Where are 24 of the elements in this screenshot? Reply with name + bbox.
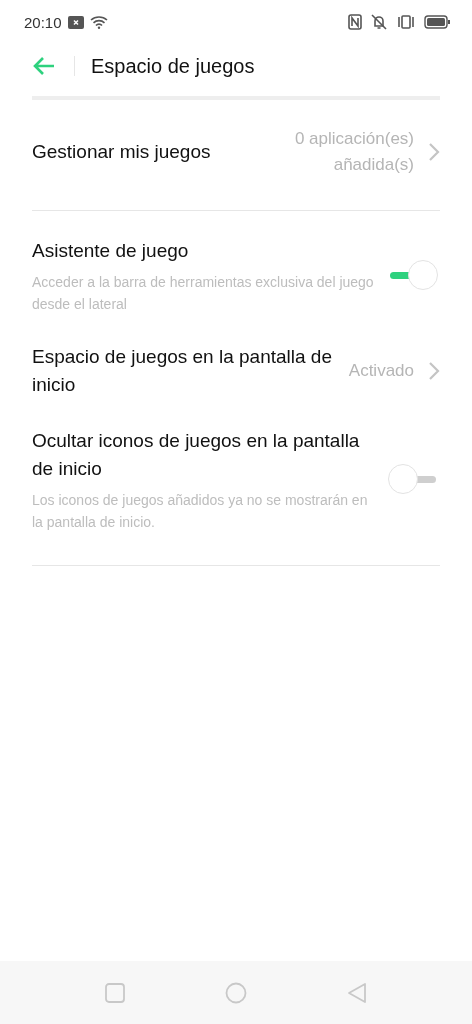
muted-bell-icon (370, 14, 388, 30)
notification-icon (67, 15, 84, 29)
back-arrow-icon[interactable] (32, 56, 56, 76)
recents-square-icon[interactable] (105, 982, 125, 1003)
back-triangle-icon[interactable] (347, 981, 367, 1004)
status-time: 20:10 (24, 13, 62, 31)
settings-row[interactable]: Gestionar mis juegos 0 aplicación(es) añadida(s) (32, 112, 440, 192)
wifi-icon (89, 15, 108, 29)
setting-value: Activado (348, 360, 414, 382)
chevron-right-icon (428, 361, 440, 381)
page-title: Espacio de juegos (91, 54, 255, 78)
setting-title: Gestionar mis juegos (32, 140, 212, 164)
battery-icon (424, 15, 450, 29)
setting-value: 0 aplicación(es) añadida(s) (293, 128, 414, 176)
setting-title: Espacio de juegos en la pantalla de inicio (32, 345, 333, 397)
setting-title: Asistente de juego (32, 239, 190, 263)
setting-description: Los iconos de juegos añadidos ya no se mostrarán en la pantalla de inicio. (32, 491, 369, 532)
vibrate-icon (396, 14, 416, 30)
settings-row[interactable]: Espacio de juegos en la pantalla de inicio Activado (32, 329, 440, 413)
home-circle-icon[interactable] (225, 981, 247, 1004)
setting-title: Ocultar iconos de juegos en la pantalla de inicio (32, 429, 361, 481)
chevron-right-icon (428, 142, 440, 162)
nfc-icon (348, 14, 362, 30)
setting-description: Acceder a la barra de herramientas exclusiva del juego desde el lateral (32, 273, 374, 314)
